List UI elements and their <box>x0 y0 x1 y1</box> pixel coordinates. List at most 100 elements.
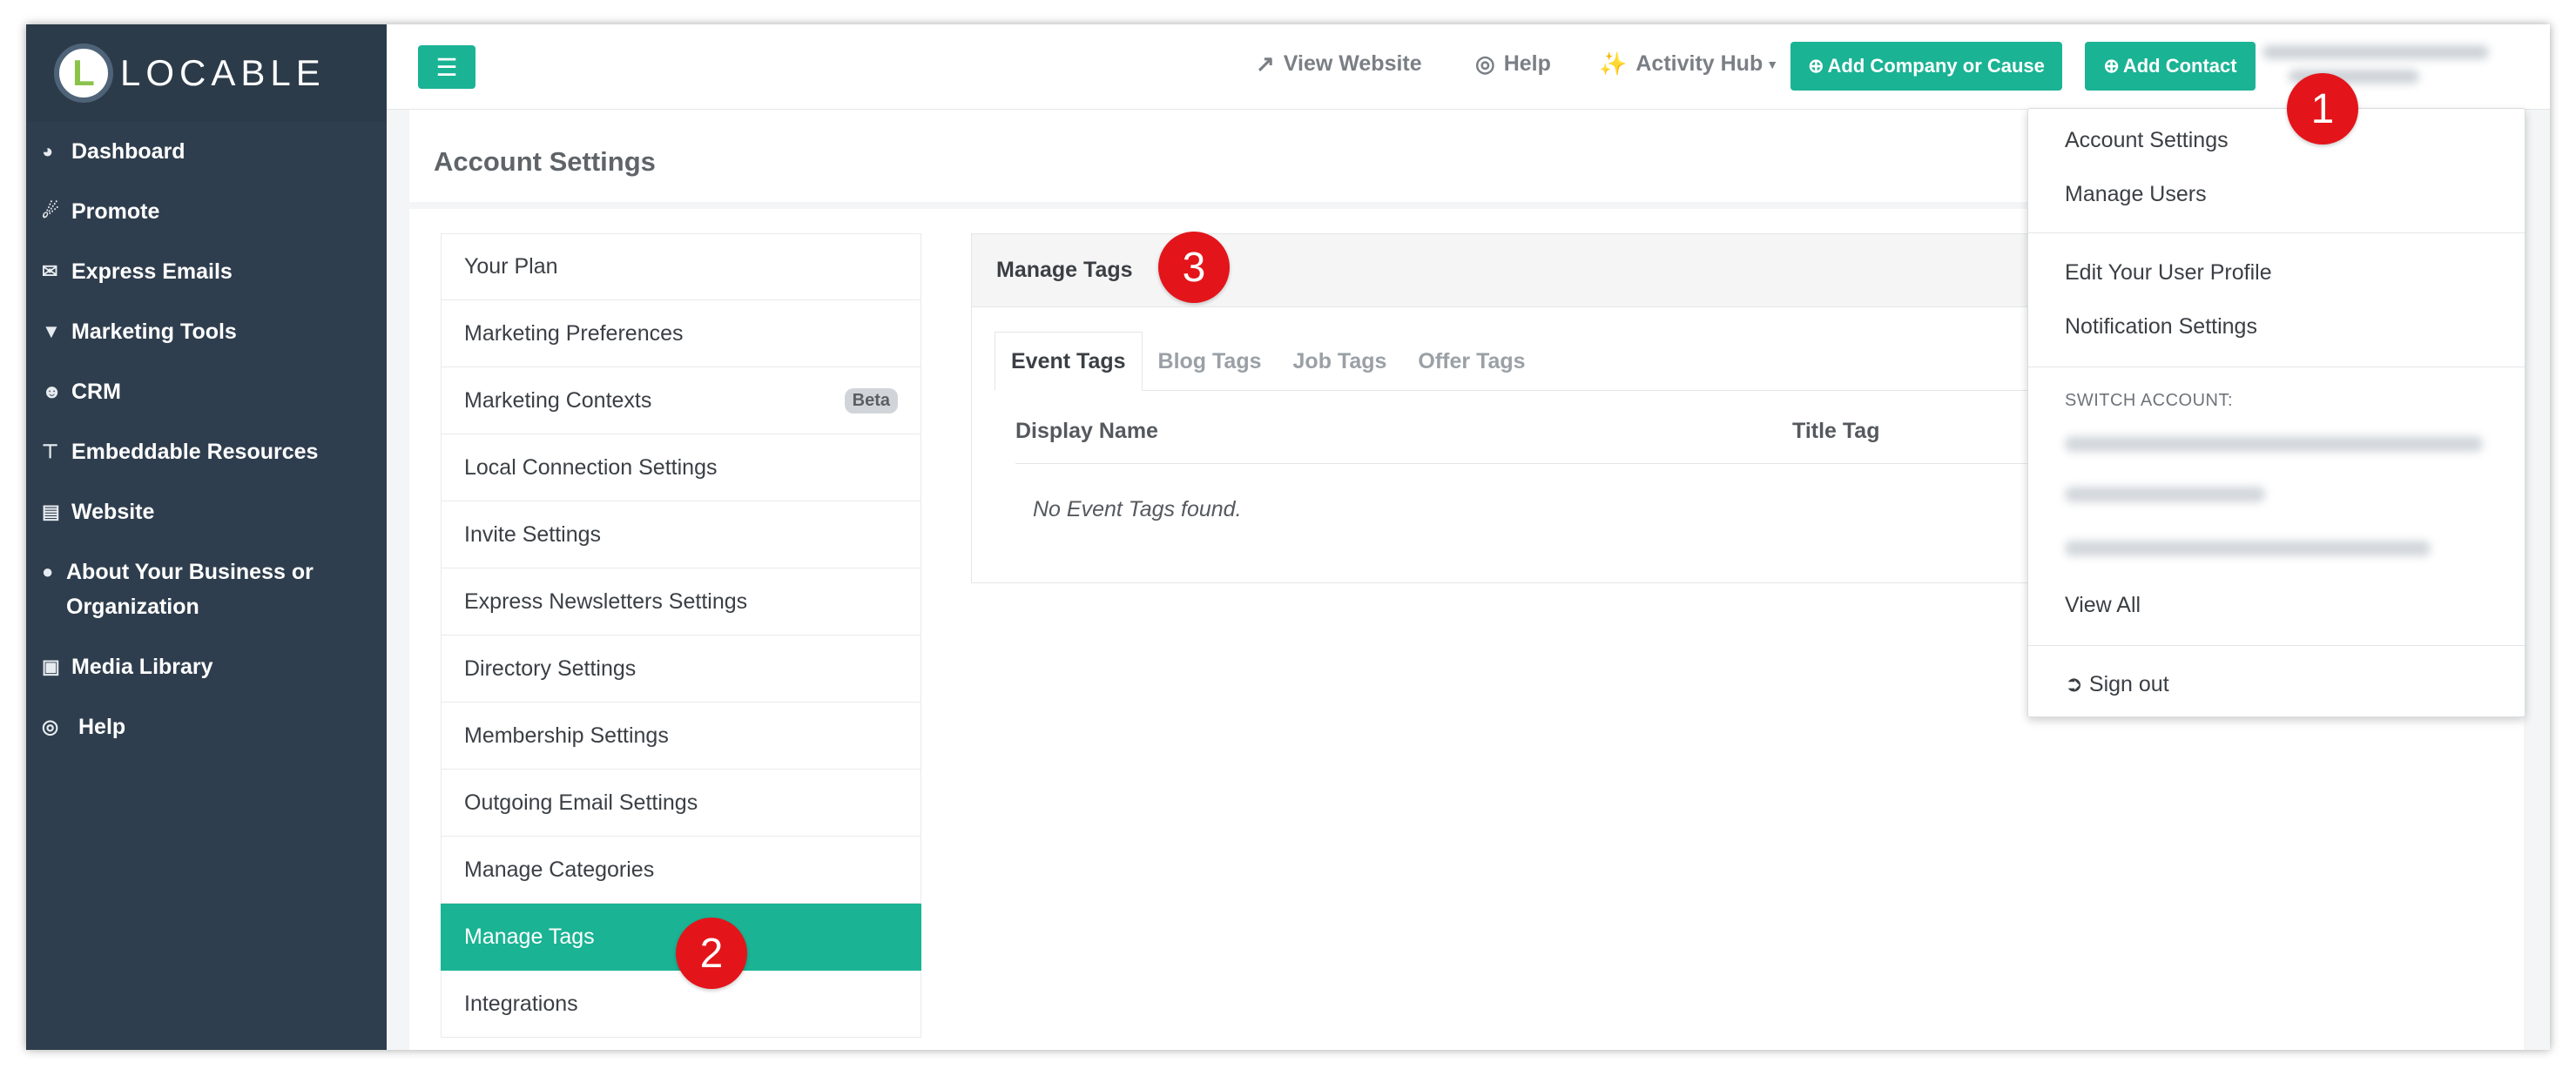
plus-circle-icon: ⊕ <box>2103 55 2120 77</box>
hamburger-icon: ☰ <box>435 53 458 81</box>
settings-item-outgoing-email[interactable]: Outgoing Email Settings <box>441 770 921 837</box>
add-company-label: Add Company or Cause <box>1827 55 2045 77</box>
table-header: Display Name Title Tag <box>1015 391 2045 464</box>
settings-item-local-connection[interactable]: Local Connection Settings <box>441 434 921 501</box>
menu-item-view-all[interactable]: View All <box>2065 593 2141 618</box>
image-icon: ▣ <box>42 656 60 677</box>
sidebar-item-label: Website <box>71 500 155 524</box>
envelope-icon: ✉ <box>42 260 58 282</box>
walking-person-icon: ✨ <box>1599 50 1628 77</box>
settings-item-integrations[interactable]: Integrations <box>441 971 921 1038</box>
step-callout-2: 2 <box>676 918 747 989</box>
activity-hub-label: Activity Hub <box>1635 51 1763 76</box>
column-header-title-tag: Title Tag <box>1792 419 1880 443</box>
settings-item-manage-categories[interactable]: Manage Categories <box>441 837 921 904</box>
external-link-icon: ↗ <box>1256 50 1275 77</box>
sidebar-item-label: Marketing Tools <box>71 319 237 344</box>
sidebar-item-about-business[interactable]: ● About Your Business or Organization <box>26 555 387 624</box>
sidebar-item-label: Help <box>78 715 126 739</box>
sidebar-item-crm[interactable]: ☻ CRM <box>26 374 387 409</box>
settings-item-label: Marketing Preferences <box>464 320 684 346</box>
sidebar-item-express-emails[interactable]: ✉ Express Emails <box>26 254 387 289</box>
sidebar-item-help[interactable]: ◎ Help <box>26 709 387 744</box>
menu-item-account-settings[interactable]: Account Settings <box>2065 128 2229 153</box>
brand-logo[interactable]: L LOCABLE <box>26 24 387 122</box>
settings-item-label: Outgoing Email Settings <box>464 790 698 815</box>
caret-down-icon: ▼ <box>1766 57 1779 71</box>
settings-item-marketing-contexts[interactable]: Marketing Contexts Beta <box>441 367 921 434</box>
beta-badge: Beta <box>844 388 898 414</box>
sidebar-item-label: Dashboard <box>71 139 185 164</box>
life-ring-icon: ◎ <box>42 716 59 737</box>
sidebar-item-promote[interactable]: ☄ Promote <box>26 194 387 229</box>
map-pin-icon: ● <box>42 561 54 582</box>
menu-divider <box>2028 645 2525 646</box>
sidebar-item-dashboard[interactable]: ◕ Dashboard <box>26 134 387 169</box>
settings-item-label: Invite Settings <box>464 521 602 547</box>
logo-pin-icon: L <box>54 44 113 103</box>
menu-item-edit-profile[interactable]: Edit Your User Profile <box>2065 260 2272 286</box>
desktop-icon: ▤ <box>42 501 60 522</box>
switch-account-header: SWITCH ACCOUNT: <box>2065 391 2234 410</box>
sidebar-item-label: About Your Business or Organization <box>66 560 314 619</box>
settings-item-label: Express Newsletters Settings <box>464 588 748 614</box>
redacted-account-option[interactable] <box>2065 436 2483 452</box>
empty-table-message: No Event Tags found. <box>1033 497 1242 521</box>
help-label: Help <box>1503 51 1551 76</box>
redacted-user-name <box>2262 45 2489 59</box>
tag-tabs: Event Tags Blog Tags Job Tags Offer Tags <box>995 332 2045 391</box>
user-dropdown-menu: Account Settings Manage Users Edit Your … <box>2027 108 2525 717</box>
settings-item-label: Manage Categories <box>464 857 655 882</box>
sidebar-item-embeddable-resources[interactable]: ⊤ Embeddable Resources <box>26 434 387 469</box>
settings-item-marketing-preferences[interactable]: Marketing Preferences <box>441 300 921 367</box>
settings-item-label: Directory Settings <box>464 656 637 681</box>
settings-item-express-newsletters[interactable]: Express Newsletters Settings <box>441 568 921 636</box>
sidebar-item-marketing-tools[interactable]: ▼ Marketing Tools <box>26 314 387 349</box>
brand-name: LOCABLE <box>120 52 326 93</box>
settings-item-label: Your Plan <box>464 254 558 279</box>
settings-item-label: Local Connection Settings <box>464 454 718 480</box>
redacted-account-option[interactable] <box>2065 541 2431 556</box>
tab-job-tags[interactable]: Job Tags <box>1278 332 1403 391</box>
settings-nav-list: Your Plan Marketing Preferences Marketin… <box>441 233 921 1038</box>
view-website-label: View Website <box>1283 51 1422 76</box>
users-icon: ☻ <box>42 380 63 402</box>
sidebar-item-media-library[interactable]: ▣ Media Library <box>26 649 387 684</box>
menu-item-manage-users[interactable]: Manage Users <box>2065 182 2207 207</box>
menu-divider <box>2028 232 2525 233</box>
sidebar-item-label: CRM <box>71 380 121 404</box>
settings-item-label: Manage Tags <box>464 924 595 949</box>
page-title: Account Settings <box>434 146 656 177</box>
sidebar-nav: ◕ Dashboard ☄ Promote ✉ Express Emails ▼… <box>26 134 387 744</box>
view-website-link[interactable]: ↗ View Website <box>1256 50 1422 77</box>
menu-item-notification-settings[interactable]: Notification Settings <box>2065 314 2257 340</box>
settings-item-label: Marketing Contexts <box>464 387 652 413</box>
redacted-account-option[interactable] <box>2065 487 2265 502</box>
sidebar-item-website[interactable]: ▤ Website <box>26 494 387 529</box>
settings-item-label: Integrations <box>464 991 578 1016</box>
menu-item-sign-out[interactable]: ➲ Sign out <box>2065 671 2169 697</box>
sign-out-label: Sign out <box>2088 672 2169 696</box>
settings-item-your-plan[interactable]: Your Plan <box>441 233 921 300</box>
panel-title: Manage Tags <box>972 234 2067 307</box>
settings-item-invite[interactable]: Invite Settings <box>441 501 921 568</box>
settings-item-membership[interactable]: Membership Settings <box>441 703 921 770</box>
top-bar: ☰ ↗ View Website ◎ Help ✨ Activity Hub ▼… <box>387 24 2550 110</box>
manage-tags-panel: Manage Tags Event Tags Blog Tags Job Tag… <box>971 233 2068 583</box>
sidebar-item-label: Promote <box>71 199 160 224</box>
activity-hub-dropdown[interactable]: ✨ Activity Hub ▼ <box>1599 50 1778 77</box>
tab-event-tags[interactable]: Event Tags <box>995 332 1143 391</box>
column-header-display-name: Display Name <box>1015 419 1158 443</box>
tab-blog-tags[interactable]: Blog Tags <box>1143 332 1278 391</box>
settings-item-directory[interactable]: Directory Settings <box>441 636 921 703</box>
app-window: L LOCABLE ◕ Dashboard ☄ Promote ✉ Expres… <box>26 24 2550 1050</box>
add-company-button[interactable]: ⊕ Add Company or Cause <box>1790 42 2062 91</box>
help-link[interactable]: ◎ Help <box>1475 50 1551 77</box>
menu-toggle-button[interactable]: ☰ <box>418 45 475 89</box>
step-callout-1: 1 <box>2287 73 2358 145</box>
add-contact-button[interactable]: ⊕ Add Contact <box>2085 42 2256 91</box>
sidebar-item-label: Embeddable Resources <box>71 440 319 464</box>
settings-item-label: Membership Settings <box>464 723 669 748</box>
sign-out-icon: ➲ <box>2065 672 2083 696</box>
tab-offer-tags[interactable]: Offer Tags <box>1402 332 1541 391</box>
